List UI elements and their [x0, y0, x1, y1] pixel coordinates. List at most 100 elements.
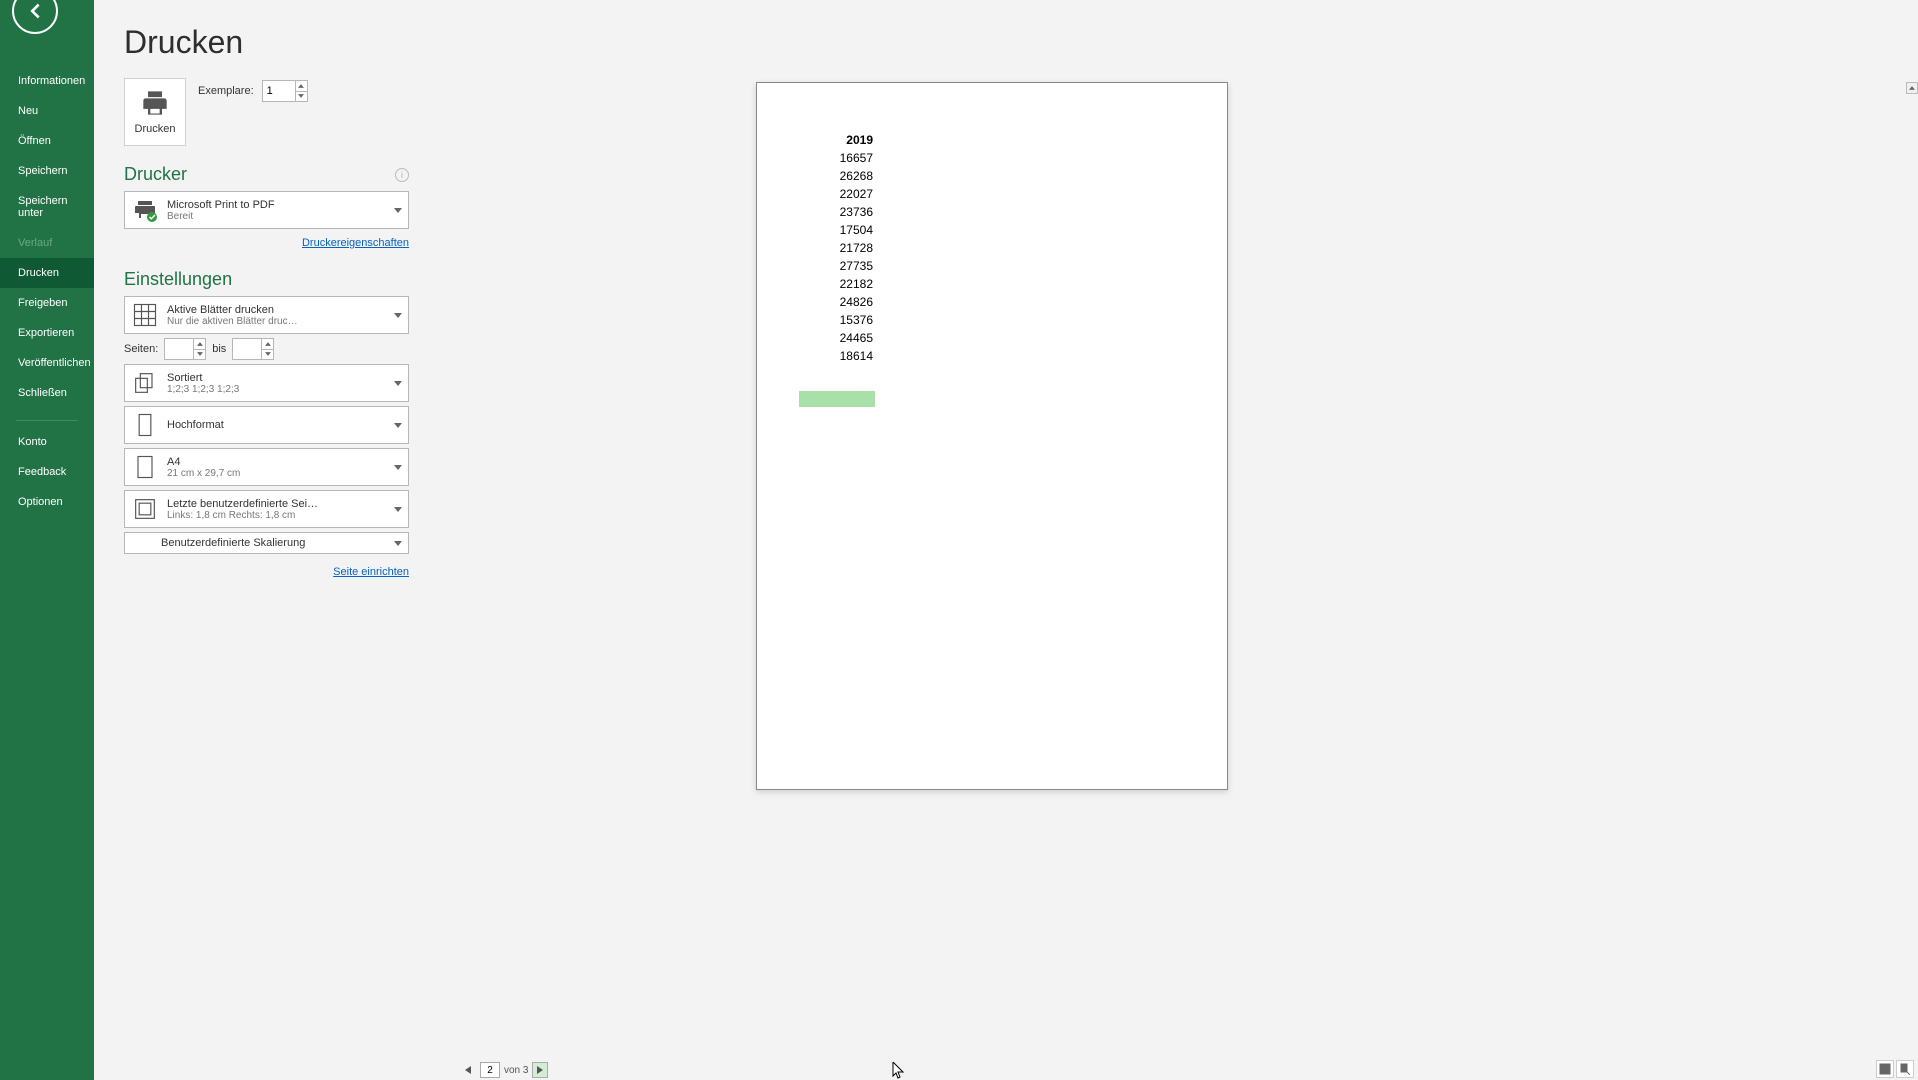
sidebar-item-new[interactable]: Neu: [0, 96, 94, 126]
collate-icon: [131, 369, 159, 397]
caret-down-icon: [197, 352, 203, 356]
sidebar-item-information[interactable]: Informationen: [0, 66, 94, 96]
pages-to-up[interactable]: [262, 339, 273, 350]
preview-value: 27735: [837, 259, 873, 273]
pages-from-down[interactable]: [194, 350, 205, 360]
paper-line2: 21 cm x 29,7 cm: [167, 468, 384, 479]
chevron-down-icon: [394, 381, 402, 386]
chevron-down-icon: [394, 507, 402, 512]
sidebar-item-share[interactable]: Freigeben: [0, 288, 94, 318]
zoom-to-page-button[interactable]: [1896, 1060, 1914, 1078]
printer-icon: [141, 89, 169, 117]
caret-up-icon: [265, 342, 271, 346]
copies-up-button[interactable]: [296, 81, 307, 92]
chevron-down-icon: [394, 465, 402, 470]
preview-value: 18614: [837, 349, 873, 363]
printer-heading: Drucker i: [124, 164, 409, 185]
next-page-button[interactable]: [532, 1062, 548, 1078]
main-area: Drucken Drucken Exemplare: Drucker i: [94, 0, 1918, 1080]
sidebar-item-history: Verlauf: [0, 228, 94, 258]
page-total-label: von 3: [504, 1065, 528, 1076]
copies-label: Exemplare:: [198, 85, 254, 97]
copies-down-button[interactable]: [296, 92, 307, 102]
scaling-line1: Benutzerdefinierte Skalierung: [161, 537, 384, 549]
preview-value: 26268: [837, 169, 873, 183]
printer-info-icon[interactable]: i: [395, 168, 409, 182]
printer-properties-link[interactable]: Druckereigenschaften: [302, 237, 409, 249]
pages-from-input[interactable]: [165, 339, 193, 359]
page-number-input[interactable]: [480, 1062, 500, 1078]
triangle-left-icon: [465, 1066, 471, 1074]
collate-select[interactable]: Sortiert 1;2;3 1;2;3 1;2;3: [124, 364, 409, 402]
pages-from-spinner[interactable]: [164, 338, 206, 360]
caret-down-icon: [298, 94, 304, 98]
pages-from-up[interactable]: [194, 339, 205, 350]
caret-down-icon: [265, 352, 271, 356]
sidebar-item-close[interactable]: Schließen: [0, 378, 94, 408]
print-button[interactable]: Drucken: [124, 78, 186, 146]
printer-select[interactable]: Microsoft Print to PDF Bereit: [124, 191, 409, 229]
paper-icon: [131, 453, 159, 481]
sidebar-item-options[interactable]: Optionen: [0, 487, 94, 517]
margins-toggle-icon: [1879, 1063, 1891, 1075]
paper-select[interactable]: A4 21 cm x 29,7 cm: [124, 448, 409, 486]
print-controls: Drucken Exemplare: Drucker i: [124, 78, 409, 588]
caret-up-icon: [298, 84, 304, 88]
zoom-page-icon: [1899, 1063, 1911, 1075]
chevron-down-icon: [394, 208, 402, 213]
sidebar-item-account[interactable]: Konto: [0, 427, 94, 457]
sidebar-item-print[interactable]: Drucken: [0, 258, 94, 288]
scaling-select[interactable]: Benutzerdefinierte Skalierung: [124, 532, 409, 554]
preview-value: 16657: [837, 151, 873, 165]
preview-value: 24826: [837, 295, 873, 309]
sidebar-item-feedback[interactable]: Feedback: [0, 457, 94, 487]
preview-scroll-up[interactable]: [1906, 82, 1918, 94]
preview-value: 23736: [837, 205, 873, 219]
pages-to-spinner[interactable]: [232, 338, 274, 360]
print-what-select[interactable]: Aktive Blätter drucken Nur die aktiven B…: [124, 296, 409, 334]
print-preview: 2019 16657 26268 22027 23736 17504 21728…: [432, 0, 1918, 1052]
triangle-right-icon: [537, 1066, 543, 1074]
pages-to-down[interactable]: [262, 350, 273, 360]
margins-line1: Letzte benutzerdefinierte Sei…: [167, 498, 384, 510]
sidebar-item-saveas[interactable]: Speichern unter: [0, 186, 94, 228]
arrow-left-icon: [24, 0, 46, 22]
preview-page: 2019 16657 26268 22027 23736 17504 21728…: [756, 82, 1228, 790]
preview-value: 24465: [837, 331, 873, 345]
sidebar-items: Informationen Neu Öffnen Speichern Speic…: [0, 66, 94, 517]
sidebar-item-export[interactable]: Exportieren: [0, 318, 94, 348]
preview-data-column: 2019 16657 26268 22027 23736 17504 21728…: [837, 133, 873, 367]
copies-input[interactable]: [263, 81, 295, 101]
back-button[interactable]: [12, 0, 58, 34]
prev-page-button[interactable]: [460, 1062, 476, 1078]
orientation-line1: Hochformat: [167, 419, 384, 431]
sidebar-separator: [16, 420, 78, 421]
print-what-line1: Aktive Blätter drucken: [167, 304, 384, 316]
pages-to-input[interactable]: [233, 339, 261, 359]
sidebar-item-open[interactable]: Öffnen: [0, 126, 94, 156]
page-setup-link[interactable]: Seite einrichten: [333, 566, 409, 578]
chevron-down-icon: [394, 541, 402, 546]
printer-name: Microsoft Print to PDF: [167, 199, 384, 211]
preview-value: 15376: [837, 313, 873, 327]
paper-line1: A4: [167, 456, 384, 468]
print-what-line2: Nur die aktiven Blätter druc…: [167, 316, 384, 327]
sidebar-item-save[interactable]: Speichern: [0, 156, 94, 186]
printer-status: Bereit: [167, 211, 384, 222]
collate-line1: Sortiert: [167, 372, 384, 384]
orientation-select[interactable]: Hochformat: [124, 406, 409, 444]
show-margins-button[interactable]: [1876, 1060, 1894, 1078]
backstage-sidebar: Informationen Neu Öffnen Speichern Speic…: [0, 0, 94, 1080]
margins-icon: [131, 495, 159, 523]
printer-heading-label: Drucker: [124, 164, 187, 184]
portrait-icon: [131, 411, 159, 439]
pages-sep-label: bis: [212, 343, 226, 355]
preview-value: 22182: [837, 277, 873, 291]
caret-up-icon: [1909, 86, 1915, 90]
preview-highlighted-cell: [799, 391, 875, 407]
chevron-down-icon: [394, 423, 402, 428]
sidebar-item-publish[interactable]: Veröffentlichen: [0, 348, 94, 378]
page-navigation: von 3: [460, 1062, 548, 1078]
margins-select[interactable]: Letzte benutzerdefinierte Sei… Links: 1,…: [124, 490, 409, 528]
copies-spinner[interactable]: [262, 80, 308, 102]
